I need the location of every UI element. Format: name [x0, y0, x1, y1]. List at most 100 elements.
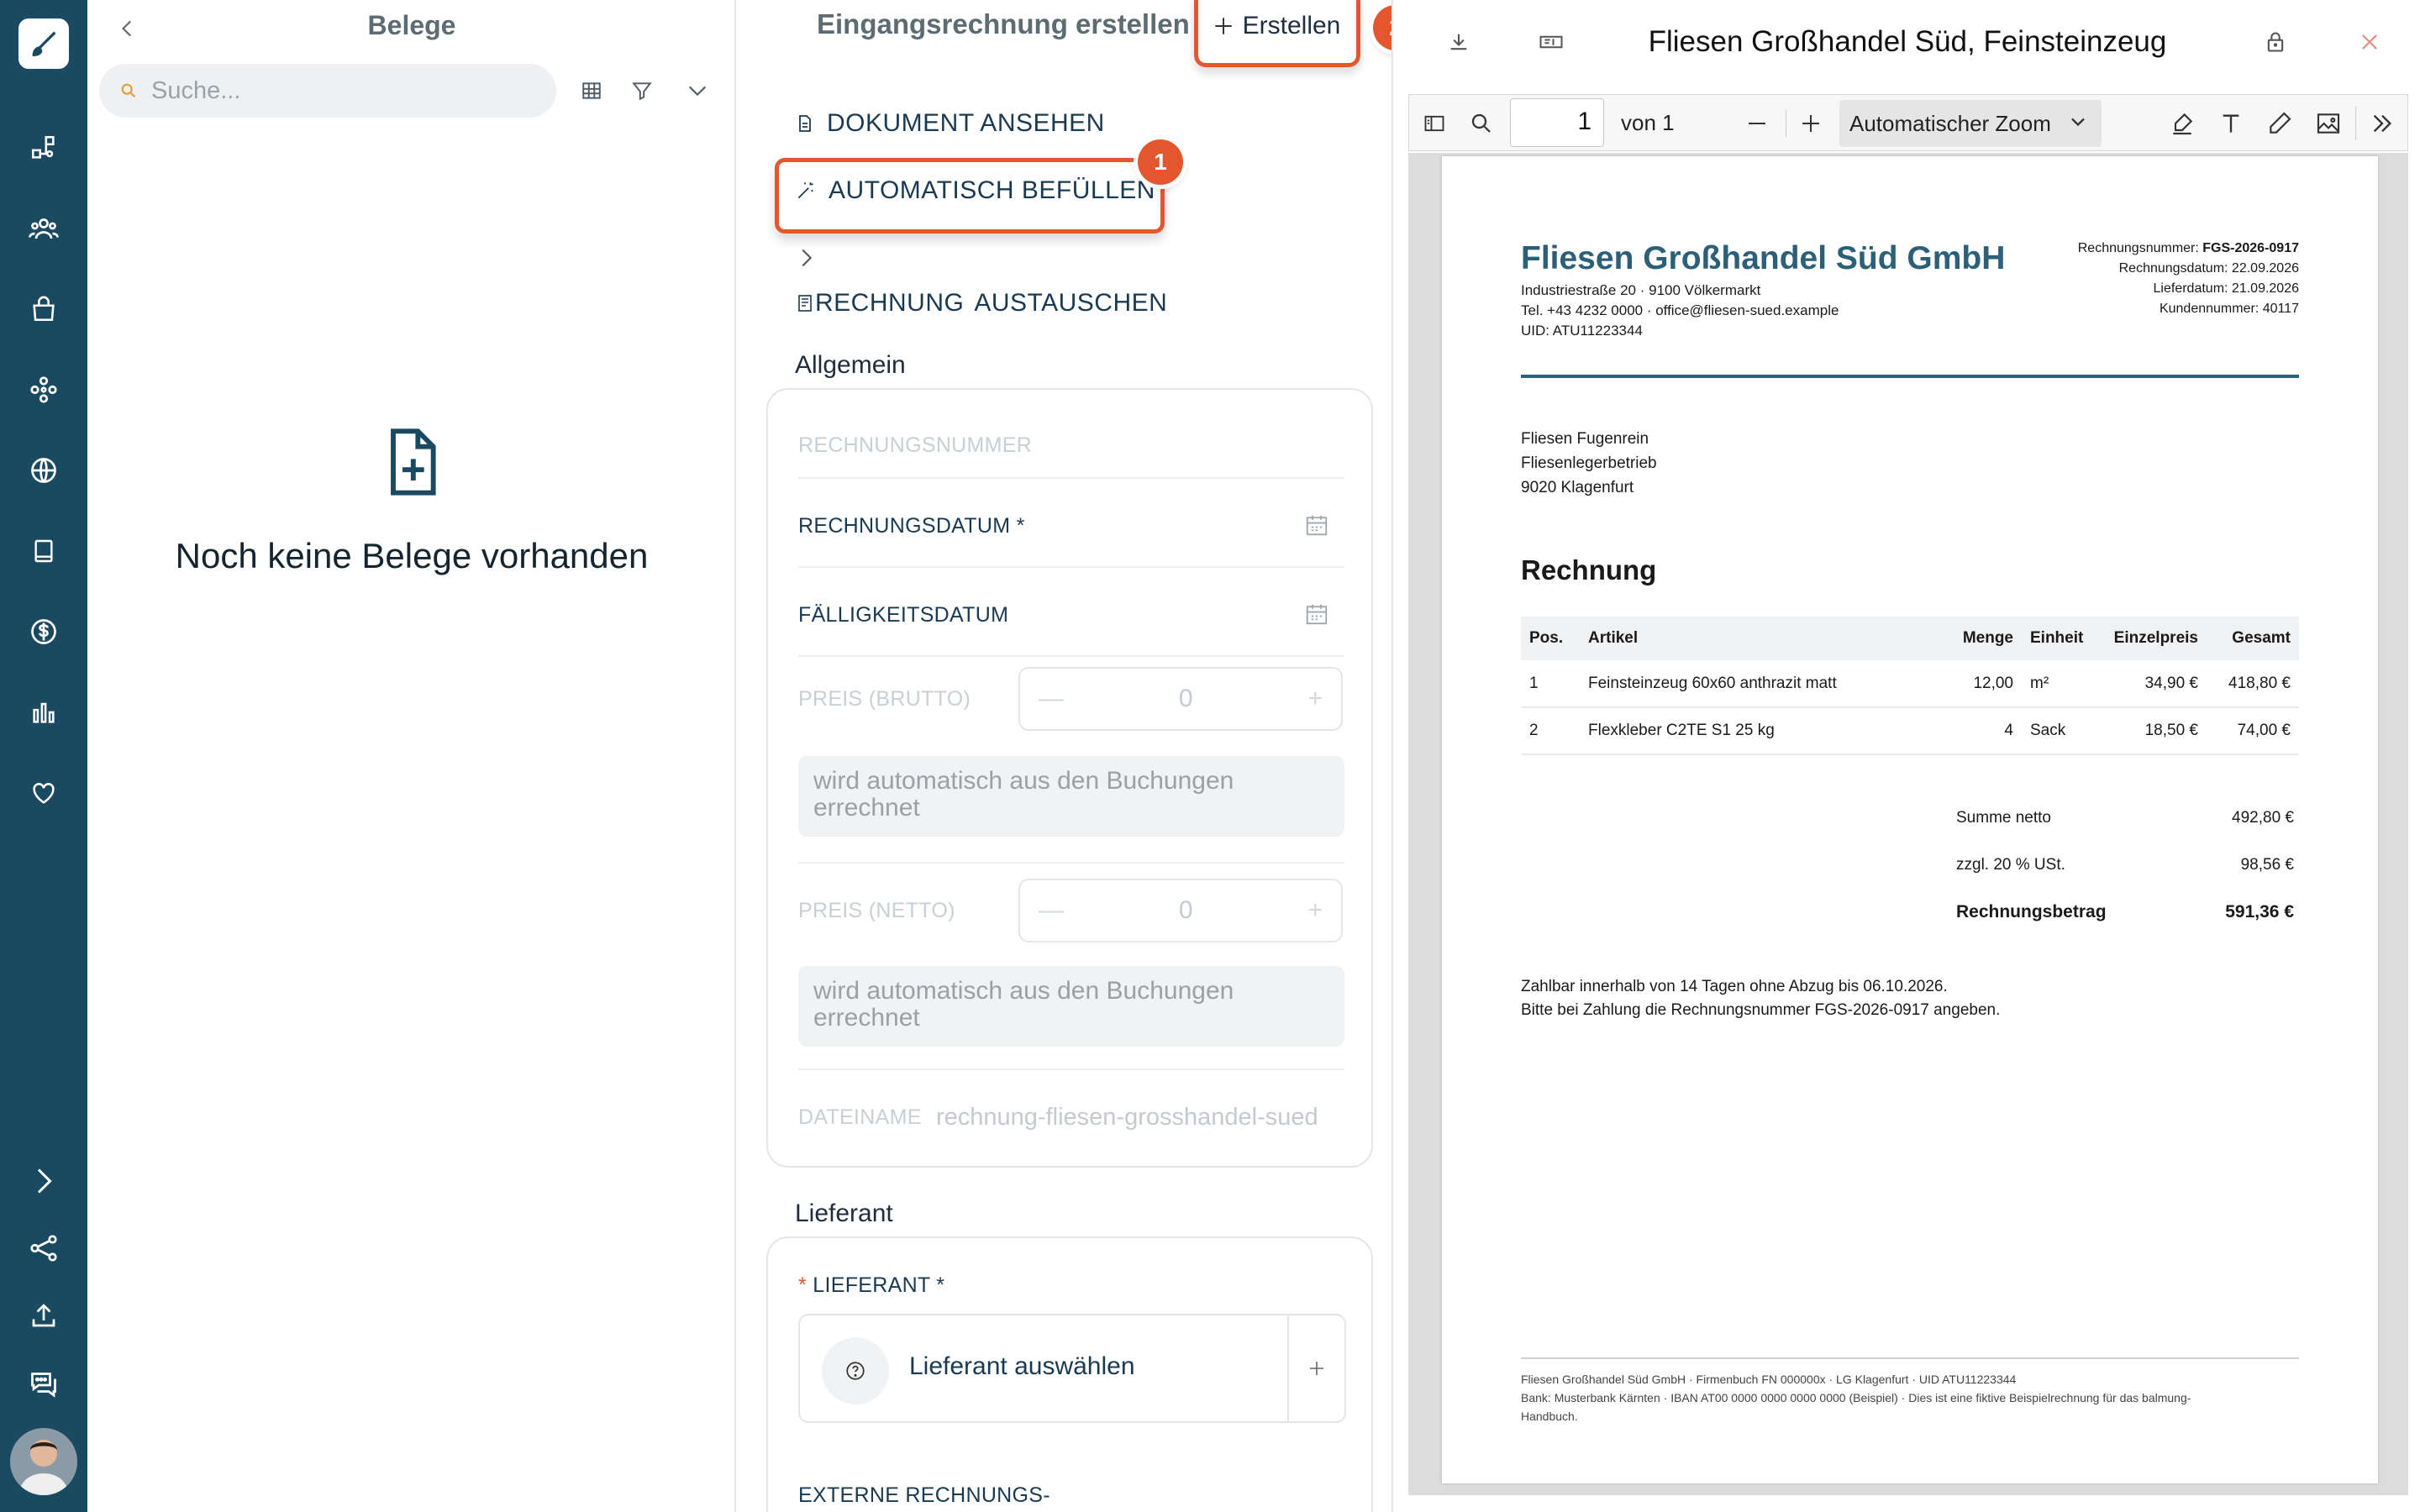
lock-icon[interactable]	[2260, 27, 2291, 57]
search-icon[interactable]	[1465, 107, 1498, 140]
flow-icon[interactable]	[27, 131, 60, 165]
page-count-label: von 1	[1621, 110, 1675, 135]
invoice-form-panel: Eingangsrechnung erstellen Erstellen 2 D…	[736, 0, 1418, 1512]
avatar[interactable]	[10, 1428, 77, 1495]
brush-logo-icon[interactable]	[18, 18, 69, 69]
plus-icon[interactable]: +	[1307, 685, 1323, 713]
pdf-page: Fliesen Großhandel Süd GmbH Industriestr…	[1442, 156, 2378, 1483]
plus-icon[interactable]: +	[1307, 896, 1323, 925]
document-icon	[799, 115, 811, 132]
chat-icon[interactable]	[27, 1366, 60, 1399]
invoice-recipient: Fliesen Fugenrein Fliesenlegerbetrieb 9020…	[1521, 427, 1657, 500]
table-view-icon[interactable]	[575, 74, 608, 108]
invoice-date-field[interactable]: RECHNUNGSDATUM *	[798, 479, 1344, 568]
table-header: Pos. Artikel Menge Einheit Einzelpreis Gesamt	[1521, 617, 2299, 660]
calendar-icon[interactable]	[1304, 512, 1331, 539]
view-document-action[interactable]: DOKUMENT ANSEHEN	[795, 109, 1105, 138]
zoom-in-icon[interactable]	[1794, 107, 1828, 140]
invoice-date-label: RECHNUNGSDATUM *	[798, 514, 1025, 538]
search-input[interactable]: Suche...	[99, 64, 556, 118]
sidebar-toggle-icon[interactable]	[1418, 107, 1451, 140]
meta-line: Rechnungsnummer: FGS-2026-0917	[2077, 241, 2299, 255]
empty-state-text: Noch keine Belege vorhanden	[175, 536, 649, 575]
table-row: 1 Feinsteinzeug 60x60 anthrazit matt 12,00…	[1521, 660, 2299, 708]
meta-line: Rechnungsdatum: 22.09.2026	[2118, 261, 2299, 276]
price-net-label: PREIS (NETTO)	[798, 899, 955, 922]
footer-line-3: Handbuch.	[1521, 1410, 1578, 1423]
price-net-stepper[interactable]: — 0 +	[1018, 879, 1343, 942]
price-gross-field: PREIS (BRUTTO) — 0 + wird automatisch au…	[798, 657, 1344, 864]
image-icon[interactable]	[2312, 107, 2345, 140]
invoice-meta: Rechnungsnummer: FGS-2026-0917 Rechnungsd…	[2078, 239, 2299, 319]
section-general-title: Allgemein	[795, 351, 906, 379]
total-line: zzgl. 20 % USt. 98,56 €	[1956, 856, 2294, 874]
footer-line-1: Fliesen Großhandel Süd GmbH · Firmenbuch…	[1521, 1373, 2017, 1386]
replace-invoice-action[interactable]: RECHNUNG AUSTAUSCHEN	[795, 289, 1167, 318]
chevron-right-icon[interactable]	[795, 245, 820, 270]
form-title: Eingangsrechnung erstellen	[817, 8, 1190, 39]
supplier-select[interactable]: Lieferant auswählen	[798, 1314, 1346, 1423]
viewer-header: Fliesen Großhandel Süd, Feinsteinzeug	[1393, 0, 2420, 84]
minus-icon[interactable]: —	[1039, 685, 1064, 713]
dollar-icon[interactable]	[27, 615, 60, 648]
table-row: 2 Flexkleber C2TE S1 25 kg 4 Sack 18,50 €74,…	[1521, 707, 2299, 755]
chevron-down-icon[interactable]	[681, 74, 714, 108]
invoice-contact: Tel. +43 4232 0000 · office@fliesen-sued…	[1521, 302, 1839, 318]
price-gross-value: 0	[1178, 685, 1193, 712]
chart-icon[interactable]	[27, 696, 60, 729]
filename-field[interactable]: DATEINAME rechnung-fliesen-grosshandel-s…	[798, 1070, 1344, 1163]
column-header: Gesamt	[2207, 617, 2299, 660]
price-gross-stepper[interactable]: — 0 +	[1018, 667, 1343, 731]
price-net-field: PREIS (NETTO) — 0 + wird automatisch aus…	[798, 864, 1344, 1070]
external-number-label: EXTERNE RECHNUNGS-	[798, 1483, 1050, 1507]
invoice-number-label: RECHNUNGSNUMMER	[798, 433, 1033, 457]
share-icon[interactable]	[27, 1231, 60, 1265]
globe-icon[interactable]	[27, 454, 60, 487]
highlight-pen-icon[interactable]	[2165, 107, 2199, 140]
table-body: 1 Feinsteinzeug 60x60 anthrazit matt 12,00…	[1521, 660, 2299, 755]
supplier-card: * LIEFERANT * Lieferant auswählen EXTERN…	[766, 1236, 1373, 1512]
nodes-icon[interactable]	[27, 373, 60, 407]
table-cell: 12,00	[1954, 660, 2022, 708]
table-cell: 4	[1954, 707, 2022, 755]
invoice-uid: UID: ATU11223344	[1521, 323, 1643, 339]
minus-icon[interactable]: —	[1039, 896, 1064, 925]
receipt-icon	[798, 295, 812, 312]
pdf-canvas[interactable]: Fliesen Großhandel Süd GmbH Industriestr…	[1408, 153, 2408, 1495]
footer-line-2: Bank: Musterbank Kärnten · IBAN AT00 000…	[1521, 1391, 2191, 1404]
table-cell: m²	[2022, 660, 2097, 708]
table-cell: Sack	[2022, 707, 2097, 755]
meta-line: Lieferdatum: 21.09.2026	[2153, 281, 2299, 296]
table-cell: Feinsteinzeug 60x60 anthrazit matt	[1580, 660, 1954, 708]
add-supplier-button[interactable]	[1287, 1315, 1344, 1421]
book-icon[interactable]	[27, 534, 60, 568]
table-cell: 18,50 €	[2097, 707, 2207, 755]
payment-terms-1: Zahlbar innerhalb von 14 Tagen ohne Abzu…	[1521, 978, 1948, 995]
price-net-value: 0	[1178, 896, 1193, 924]
section-supplier-title: Lieferant	[795, 1200, 893, 1227]
close-icon[interactable]	[2354, 27, 2385, 57]
recipient-line: 9020 Klagenfurt	[1521, 479, 1634, 496]
zoom-out-icon[interactable]	[1740, 107, 1774, 140]
page-number-input[interactable]: 1	[1510, 98, 1604, 147]
heart-icon[interactable]	[27, 776, 60, 810]
team-icon[interactable]	[27, 212, 60, 245]
expand-icon[interactable]	[27, 1164, 60, 1198]
invoice-number-field[interactable]: RECHNUNGSNUMMER	[798, 390, 1344, 479]
draw-icon[interactable]	[2263, 107, 2296, 140]
more-tools-icon[interactable]	[2365, 107, 2399, 140]
replace-label-b: AUSTAUSCHEN	[974, 289, 1168, 317]
filter-icon[interactable]	[625, 74, 659, 108]
highlight-autofill	[775, 158, 1165, 234]
text-tool-icon[interactable]	[2214, 107, 2248, 140]
filename-value: rechnung-fliesen-grosshandel-sued	[936, 1104, 1318, 1131]
header-divider	[1521, 375, 2299, 378]
supplier-placeholder: Lieferant auswählen	[909, 1352, 1135, 1380]
due-date-field[interactable]: FÄLLIGKEITSDATUM	[798, 568, 1344, 657]
zoom-value: Automatischer Zoom	[1849, 110, 2051, 136]
calendar-icon[interactable]	[1304, 601, 1331, 628]
upload-icon[interactable]	[27, 1299, 60, 1332]
due-date-label: FÄLLIGKEITSDATUM	[798, 603, 1009, 627]
zoom-select[interactable]: Automatischer Zoom	[1839, 100, 2102, 147]
bag-icon[interactable]	[27, 292, 60, 326]
